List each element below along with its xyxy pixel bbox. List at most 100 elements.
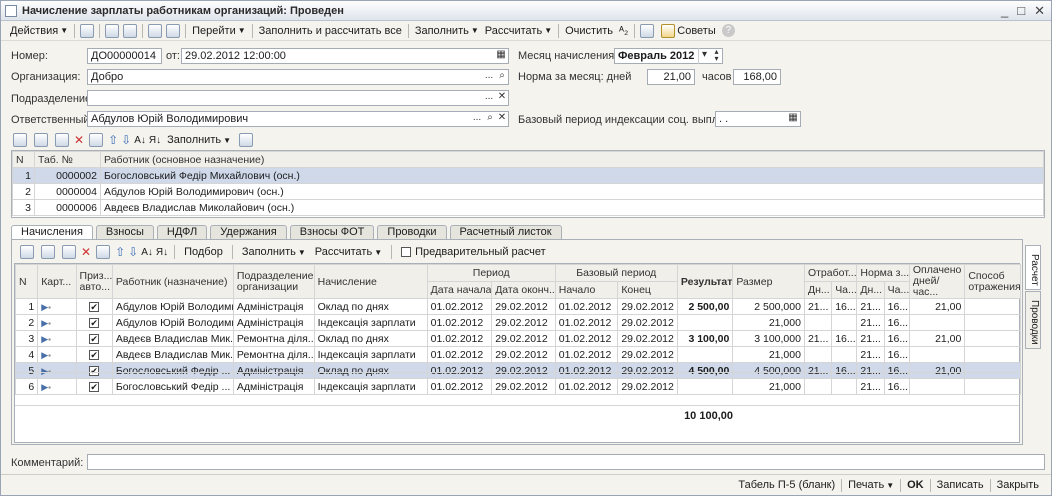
table-row[interactable]: 3 0000006 Авдеєв Владислав Миколайович (ос… (12, 199, 1044, 216)
post-icon[interactable] (80, 23, 95, 38)
search-icon[interactable]: ⌕ (496, 69, 508, 85)
clear-button[interactable]: Очистить (562, 22, 616, 40)
accruals-calc-menu[interactable]: Рассчитать ▼ (312, 243, 385, 261)
col-tab[interactable]: Таб. № (34, 151, 101, 168)
col-worked[interactable]: Отработ... (803, 264, 858, 282)
move-down-icon[interactable]: ⇩ (128, 245, 138, 259)
find-employee-icon[interactable] (239, 133, 254, 147)
spellcheck-icon[interactable]: ᴬ₂ (616, 22, 631, 40)
goto-menu[interactable]: Перейти ▼ (189, 22, 249, 40)
col-period[interactable]: Период (426, 264, 556, 282)
delete-icon[interactable]: ✕ (74, 133, 84, 147)
selection-button[interactable]: Подбор (181, 243, 226, 261)
table-row[interactable]: 4 ▶▪ ✔ Авдеєв Владислав Мик... Ремонтна діля… (14, 346, 1021, 363)
tab-postings[interactable]: Проводки (377, 225, 447, 240)
select-button[interactable]: ... (482, 90, 496, 106)
tab-fot-contributions[interactable]: Взносы ФОТ (289, 225, 375, 240)
maximize-button[interactable]: □ (1017, 3, 1025, 19)
col-paid[interactable]: Оплачено дней/час... (908, 264, 966, 299)
select-button[interactable]: ... (470, 111, 484, 127)
fill-menu[interactable]: Заполнить ▼ (412, 22, 482, 40)
col-size[interactable]: Размер (732, 264, 805, 299)
calendar-icon[interactable]: ▦ (495, 48, 507, 64)
tab-accruals[interactable]: Начисления (11, 225, 93, 240)
col-accrual[interactable]: Начисление (313, 264, 428, 299)
col-method[interactable]: Способ отражения (964, 264, 1021, 299)
table-row[interactable]: 1 0000002 Богословський Федір Михайлович (… (12, 167, 1044, 184)
tab-contributions[interactable]: Взносы (95, 225, 154, 240)
sort-desc-icon[interactable]: Я↓ (149, 135, 161, 146)
col-base-start[interactable]: Начало (554, 281, 619, 299)
tips-button[interactable]: Советы (656, 22, 718, 40)
help-icon[interactable]: ? (719, 22, 738, 40)
copy-icon[interactable] (148, 23, 163, 38)
preliminary-checkbox[interactable]: Предварительный расчет (398, 243, 549, 261)
col-worked-days[interactable]: Дн... (803, 281, 833, 299)
ok-button[interactable]: OK (901, 479, 930, 491)
calendar-icon[interactable]: ▦ (787, 111, 799, 127)
journal-icon[interactable] (105, 23, 120, 38)
workers-fill-menu[interactable]: Заполнить ▼ (164, 131, 234, 149)
based-on-icon[interactable] (166, 23, 181, 38)
accruals-fill-menu[interactable]: Заполнить ▼ (239, 243, 309, 261)
end-edit-icon[interactable] (96, 245, 111, 259)
org-field[interactable]: Добро (87, 69, 509, 85)
actions-menu[interactable]: Действия ▼ (7, 22, 71, 40)
col-worked-hours[interactable]: Ча... (831, 281, 858, 299)
col-worker[interactable]: Работник (основное назначение) (100, 151, 1044, 168)
col-dept[interactable]: Подразделение организации (232, 264, 315, 299)
save-button[interactable]: Записать (931, 479, 990, 491)
spin-icon[interactable]: ▴ ▾ (711, 48, 722, 64)
norm-days-field[interactable]: 21,00 (647, 69, 695, 85)
dept-field[interactable] (87, 90, 509, 106)
t5-blank-button[interactable]: Табель П-5 (бланк) (732, 479, 841, 491)
col-auto[interactable]: Приз... авто... (75, 264, 113, 299)
col-base-end[interactable]: Конец (617, 281, 678, 299)
table-row[interactable]: 2 0000004 Абдулов Юрій Володимирович (осн.… (12, 183, 1044, 200)
add-icon[interactable] (20, 245, 34, 259)
clear-icon[interactable]: ✕ (496, 111, 508, 127)
col-norm[interactable]: Норма з... (856, 264, 910, 282)
edit-icon[interactable] (55, 133, 69, 147)
move-up-icon[interactable]: ⇧ (115, 245, 125, 259)
col-norm-hours[interactable]: Ча... (883, 281, 910, 299)
col-worker[interactable]: Работник (назначение) (111, 264, 234, 299)
table-row[interactable]: 6 ▶▪ ✔ Богословський Федір ... Адміністрація… (14, 378, 1021, 395)
search-icon[interactable]: ⌕ (484, 111, 496, 127)
close-button[interactable]: ✕ (1034, 3, 1045, 19)
table-settings-icon[interactable] (640, 23, 655, 38)
end-edit-icon[interactable] (89, 133, 104, 147)
move-down-icon[interactable]: ⇩ (121, 133, 131, 147)
tab-calculation[interactable]: Расчет (1025, 245, 1041, 290)
select-button[interactable]: ... (482, 69, 496, 85)
comment-field[interactable] (87, 454, 1045, 470)
col-n[interactable]: N (12, 151, 35, 168)
tab-payslip[interactable]: Расчетный листок (449, 225, 562, 240)
move-up-icon[interactable]: ⇧ (108, 133, 118, 147)
clear-icon[interactable]: ✕ (496, 90, 508, 106)
table-row[interactable]: 1 ▶▪ ✔ Абдулов Юрій Володими... Адміністраці… (14, 298, 1021, 315)
fill-calc-all-button[interactable]: Заполнить и рассчитать все (256, 22, 405, 40)
structure-icon[interactable] (123, 23, 138, 38)
tab-ndfl[interactable]: НДФЛ (156, 225, 208, 240)
table-row[interactable]: 2 ▶▪ ✔ Абдулов Юрій Володими... Адміністраці… (14, 314, 1021, 331)
col-card[interactable]: Карт... (37, 264, 77, 299)
sort-asc-icon[interactable]: A↓ (134, 135, 146, 146)
col-period-end[interactable]: Дата оконч... (491, 281, 556, 299)
tab-side-postings[interactable]: Проводки (1025, 291, 1041, 349)
resp-field[interactable]: Абдулов Юрій Володимирович (87, 111, 509, 127)
tab-deductions[interactable]: Удержания (210, 225, 287, 240)
edit-icon[interactable] (62, 245, 76, 259)
minimize-button[interactable]: _ (1001, 3, 1008, 19)
sort-desc-icon[interactable]: Я↓ (156, 247, 168, 258)
col-base[interactable]: Базовый период (554, 264, 678, 282)
calc-menu[interactable]: Рассчитать ▼ (482, 22, 555, 40)
col-result[interactable]: Результат (676, 264, 734, 299)
print-menu[interactable]: Печать ▼ (842, 479, 900, 491)
close-form-button[interactable]: Закрыть (991, 479, 1045, 491)
col-n[interactable]: N (14, 264, 39, 299)
chevron-down-icon[interactable]: ▾ (698, 48, 710, 64)
col-norm-days[interactable]: Дн... (856, 281, 885, 299)
add-icon[interactable] (13, 133, 27, 147)
table-row[interactable]: 5 ▶▪ ✔ Богословський Федір ... Адміністрація… (14, 362, 1021, 379)
